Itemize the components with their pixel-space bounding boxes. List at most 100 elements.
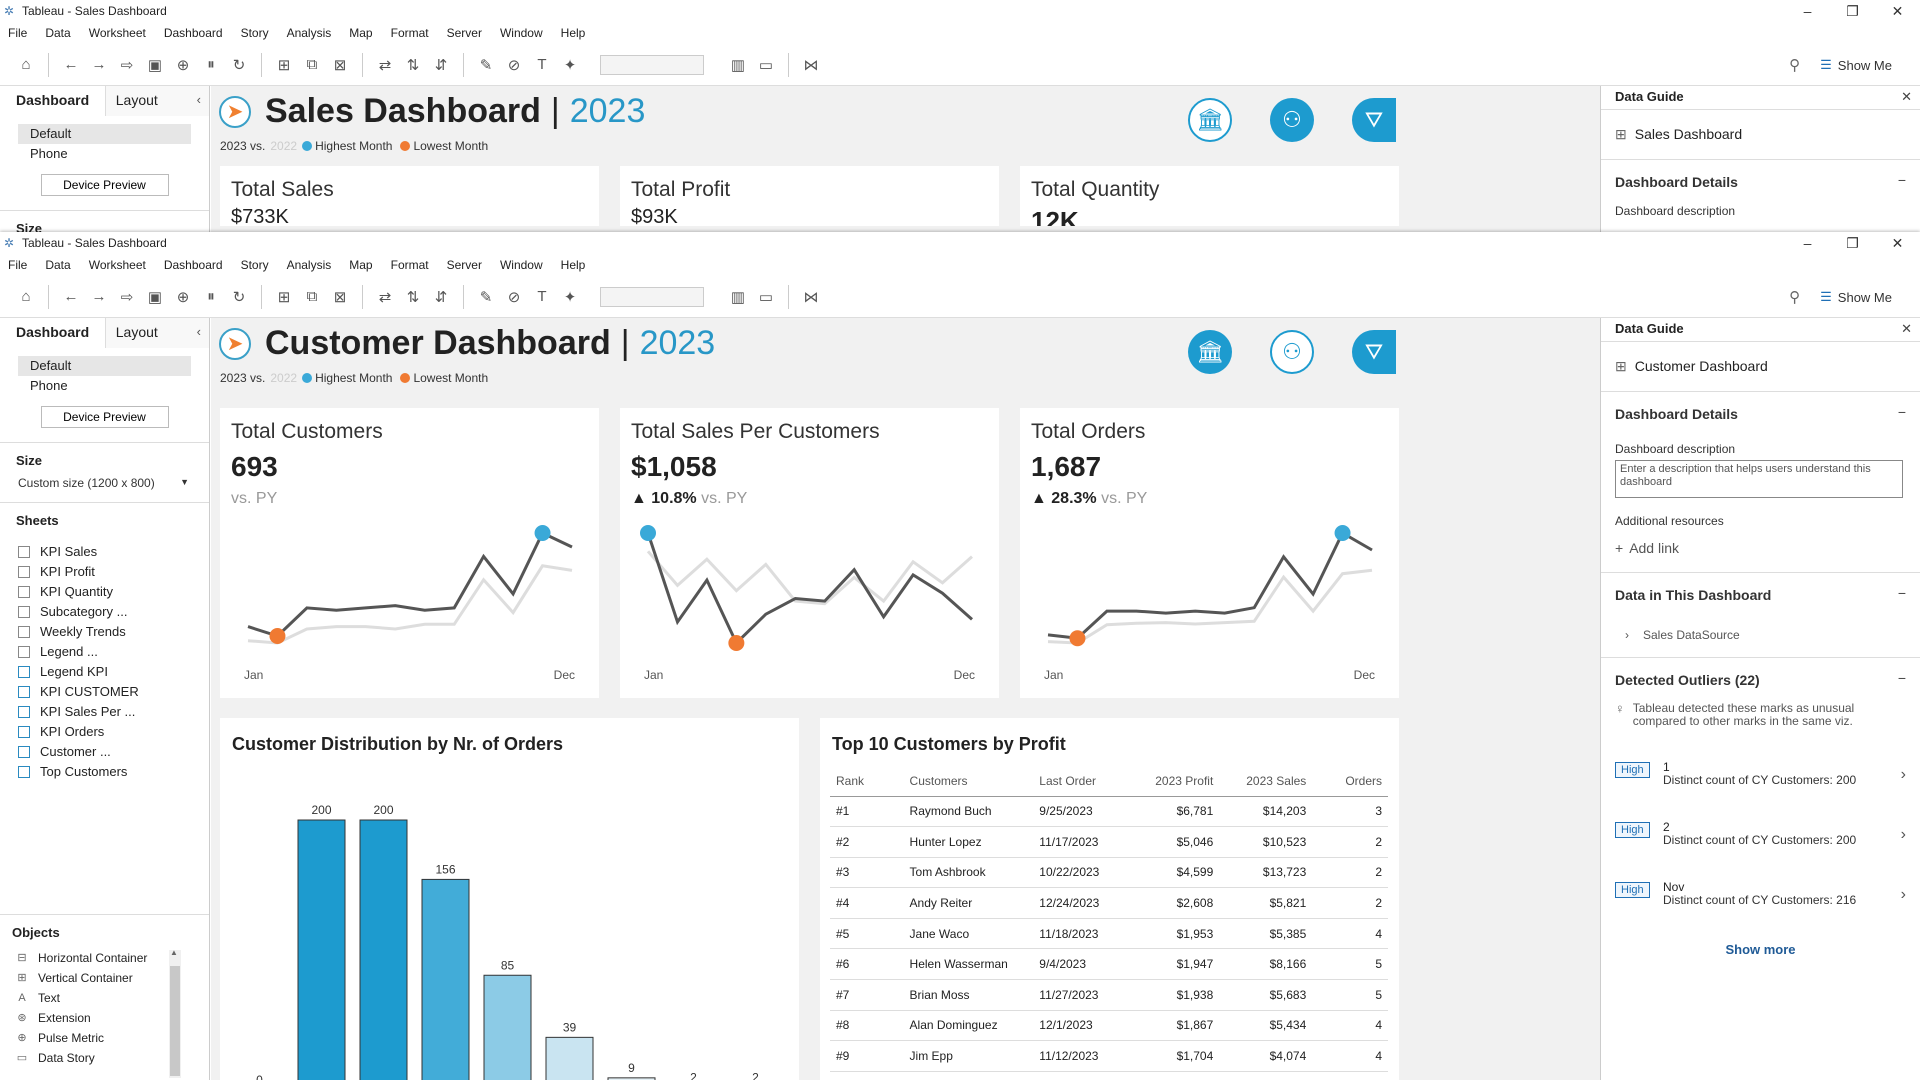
data-in-dashboard-title[interactable]: Data in This Dashboard — [1615, 573, 1906, 617]
clear-icon[interactable]: ⊠ — [326, 56, 354, 74]
new-datasource-icon[interactable]: ⊕ — [169, 56, 197, 74]
collapse-minus-icon[interactable]: − — [1898, 670, 1906, 686]
outliers-title[interactable]: Detected Outliers (22) — [1615, 658, 1906, 702]
tab-layout[interactable]: Layout — [104, 318, 209, 348]
sheet-item[interactable]: Legend KPI — [16, 662, 193, 682]
menu-data[interactable]: Data — [45, 26, 70, 40]
menu-map[interactable]: Map — [349, 26, 372, 40]
col-sales[interactable]: 2023 Sales — [1219, 766, 1313, 797]
new-sheet-icon[interactable]: ⊞ — [270, 56, 298, 74]
size-dropdown[interactable]: Custom size (1200 x 800) ▼ — [16, 476, 193, 490]
sheet-item[interactable]: Legend ... — [16, 642, 193, 662]
swap-icon[interactable]: ⇄ — [371, 288, 399, 306]
refresh-icon[interactable]: ↻ — [225, 56, 253, 74]
save-icon[interactable]: ▣ — [141, 56, 169, 74]
close-icon[interactable]: ✕ — [1875, 232, 1920, 254]
customers-icon[interactable]: ⚇ — [1270, 330, 1314, 374]
share-icon[interactable]: ⋈ — [797, 288, 825, 306]
pin-icon[interactable]: ⚲ — [1789, 288, 1800, 306]
duplicate-icon[interactable]: ⧉ — [298, 288, 326, 305]
duplicate-icon[interactable]: ⧉ — [298, 56, 326, 73]
new-datasource-icon[interactable]: ⊕ — [169, 288, 197, 306]
menu-worksheet[interactable]: Worksheet — [89, 26, 146, 40]
close-guide-icon[interactable]: ✕ — [1901, 318, 1912, 340]
outlier-item[interactable]: High 1 Distinct count of CY Customers: 2… — [1615, 754, 1906, 814]
outlier-item[interactable]: High Nov Distinct count of CY Customers:… — [1615, 874, 1906, 934]
device-preview-button[interactable]: Device Preview — [40, 174, 169, 196]
bar[interactable] — [297, 819, 346, 1080]
tab-layout[interactable]: Layout — [104, 86, 209, 116]
sheet-item[interactable]: KPI Sales Per ... — [16, 702, 193, 722]
menu-window[interactable]: Window — [500, 26, 543, 40]
pause-updates-icon[interactable]: ⏸ — [197, 56, 225, 73]
sheet-item[interactable]: Subcategory ... — [16, 602, 193, 622]
low-point-marker[interactable] — [269, 627, 286, 644]
low-point-marker[interactable] — [1069, 630, 1086, 647]
object-item[interactable]: ⊟ Horizontal Container — [12, 948, 193, 968]
labels-icon[interactable]: T — [528, 288, 556, 305]
col-last-order[interactable]: Last Order — [1033, 766, 1138, 797]
sort-asc-icon[interactable]: ⇅ — [399, 288, 427, 306]
home-icon[interactable]: ⌂ — [12, 288, 40, 305]
minimize-icon[interactable]: – — [1785, 0, 1830, 22]
home-icon[interactable]: ⌂ — [12, 56, 40, 73]
show-me-button[interactable]: Show Me — [1838, 290, 1892, 305]
menu-map[interactable]: Map — [349, 258, 372, 272]
menu-story[interactable]: Story — [241, 26, 269, 40]
menu-dashboard[interactable]: Dashboard — [164, 258, 223, 272]
presentation-icon[interactable]: ▭ — [752, 288, 780, 306]
bar[interactable] — [359, 819, 408, 1080]
sheet-item[interactable]: KPI Sales — [16, 542, 193, 562]
show-me-icon[interactable]: ☰ — [1820, 289, 1832, 305]
collapse-icon[interactable]: ‹ — [197, 92, 201, 107]
share-icon[interactable]: ⋈ — [797, 56, 825, 74]
pin-icon[interactable]: ⚲ — [1789, 56, 1800, 74]
datasource-item[interactable]: › Sales DataSource — [1615, 617, 1906, 657]
sheet-item[interactable]: Weekly Trends — [16, 622, 193, 642]
device-phone[interactable]: Phone — [18, 144, 191, 164]
col-customers[interactable]: Customers — [903, 766, 1034, 797]
bar[interactable] — [483, 974, 532, 1080]
menu-help[interactable]: Help — [561, 26, 586, 40]
replay-icon[interactable]: ⇨ — [113, 288, 141, 306]
show-more-link[interactable]: Show more — [1615, 942, 1906, 957]
fit-dropdown[interactable] — [600, 54, 704, 75]
filter-icon[interactable]: ⛛ — [1352, 98, 1396, 142]
high-point-marker[interactable] — [640, 525, 656, 541]
table-row[interactable]: #2 Hunter Lopez 11/17/2023 $5,046 $10,523 2 — [830, 826, 1388, 858]
bar[interactable] — [421, 878, 470, 1080]
dashboard-details-title[interactable]: Dashboard Details — [1615, 392, 1906, 436]
sheet-item[interactable]: KPI Profit — [16, 562, 193, 582]
table-row[interactable]: #9 Jim Epp 11/12/2023 $1,704 $4,074 4 — [830, 1040, 1388, 1072]
filter-icon[interactable]: ⛛ — [1352, 330, 1396, 374]
object-item[interactable]: A Text — [12, 988, 193, 1008]
table-row[interactable]: #7 Brian Moss 11/27/2023 $1,938 $5,683 5 — [830, 979, 1388, 1011]
object-item[interactable]: ⊞ Vertical Container — [12, 968, 193, 988]
refresh-icon[interactable]: ↻ — [225, 288, 253, 306]
restore-icon[interactable]: ❐ — [1830, 0, 1875, 22]
menu-window[interactable]: Window — [500, 258, 543, 272]
high-point-marker[interactable] — [534, 525, 551, 541]
table-row[interactable]: #6 Helen Wasserman 9/4/2023 $1,947 $8,166 5 — [830, 948, 1388, 981]
menu-server[interactable]: Server — [447, 26, 482, 40]
highlight-icon[interactable]: ✎ — [472, 56, 500, 74]
device-preview-button[interactable]: Device Preview — [40, 406, 169, 428]
undo-icon[interactable]: ← — [57, 56, 85, 73]
pause-updates-icon[interactable]: ⏸ — [197, 288, 225, 305]
table-row[interactable]: #3 Tom Ashbrook 10/22/2023 $4,599 $13,723 2 — [830, 857, 1388, 889]
group-icon[interactable]: ⊘ — [500, 288, 528, 306]
presentation-icon[interactable]: ▭ — [752, 56, 780, 74]
menu-dashboard[interactable]: Dashboard — [164, 26, 223, 40]
bank-icon[interactable]: 🏛 — [1188, 330, 1232, 374]
menu-worksheet[interactable]: Worksheet — [89, 258, 146, 272]
col-profit[interactable]: 2023 Profit — [1137, 766, 1220, 797]
table-row[interactable]: #5 Jane Waco 11/18/2023 $1,953 $5,385 4 — [830, 918, 1388, 950]
menu-server[interactable]: Server — [447, 258, 482, 272]
device-phone[interactable]: Phone — [18, 376, 191, 396]
show-me-icon[interactable]: ☰ — [1820, 57, 1832, 73]
fit-dropdown[interactable] — [600, 286, 704, 307]
object-item[interactable]: ▭ Data Story — [12, 1048, 193, 1068]
show-me-button[interactable]: Show Me — [1838, 58, 1892, 73]
menu-format[interactable]: Format — [391, 258, 429, 272]
table-row[interactable]: #1 Raymond Buch 9/25/2023 $6,781 $14,203 3 — [830, 796, 1388, 828]
